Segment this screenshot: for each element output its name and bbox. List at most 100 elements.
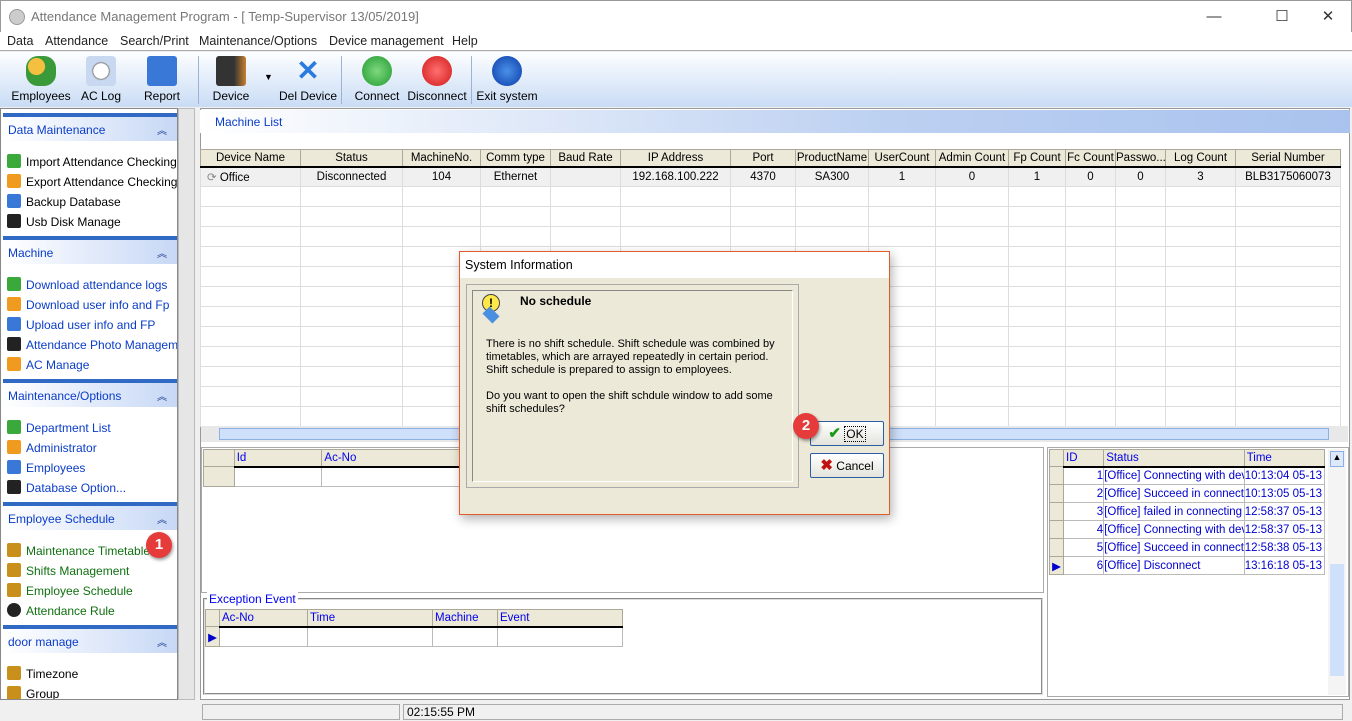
sidebar-group-employee-schedule[interactable]: Employee Schedule ︽ (3, 502, 177, 530)
column-header[interactable]: Ac-No (219, 609, 308, 628)
exit-system-button[interactable]: Exit system (476, 56, 538, 103)
column-header[interactable]: Fc Count (1065, 149, 1116, 168)
close-button[interactable]: ✕ (1305, 5, 1351, 29)
table-row[interactable]: 4 [Office] Connecting with devi 12:58:37 0… (1048, 520, 1326, 539)
menu-help[interactable]: Help (452, 34, 478, 48)
sidebar-item-group[interactable]: Group (7, 686, 59, 699)
sidebar-item-import-attendance-checking[interactable]: Import Attendance Checking ... (7, 154, 177, 169)
sidebar-item-icon (7, 480, 21, 494)
sidebar-item-employees[interactable]: Employees (7, 460, 85, 475)
column-header[interactable]: Event (497, 609, 623, 628)
column-header[interactable]: Fp Count (1008, 149, 1066, 168)
table-cell: 4370 (730, 166, 796, 187)
del-device-button[interactable]: ✕ Del Device (276, 56, 340, 104)
column-header[interactable]: UserCount (868, 149, 936, 168)
column-header[interactable]: Admin Count (935, 149, 1009, 168)
sidebar-item-attendance-photo-managem[interactable]: Attendance Photo Managem... (7, 337, 177, 352)
column-header[interactable]: Status (300, 149, 403, 168)
table-cell: Disconnected (300, 166, 403, 187)
column-header[interactable]: Serial Number (1235, 149, 1341, 168)
table-cell (300, 306, 403, 327)
sidebar-group-door-manage[interactable]: door manage ︽ (3, 625, 177, 653)
column-header[interactable]: Comm type (480, 149, 551, 168)
device-dropdown-arrow-icon[interactable]: ▼ (264, 72, 273, 82)
collapse-chevron-icon[interactable]: ︽ (157, 511, 167, 526)
menu-maintenance-options[interactable]: Maintenance/Options (199, 34, 317, 48)
table-row[interactable]: ⟳ Office Disconnected 104 Ethernet 192.168.1… (200, 166, 1341, 187)
log-scrollbar[interactable]: ▲ (1328, 449, 1346, 695)
sidebar-group-machine[interactable]: Machine ︽ (3, 236, 177, 264)
connect-play-icon (362, 56, 392, 86)
column-header[interactable]: Port (730, 149, 796, 168)
table-cell (1115, 406, 1166, 427)
sidebar-item-backup-database[interactable]: Backup Database (7, 194, 121, 209)
table-row[interactable] (200, 226, 1341, 247)
column-header[interactable]: MachineNo. (402, 149, 481, 168)
menu-search-print[interactable]: Search/Print (120, 34, 189, 48)
employees-button[interactable]: Employees (10, 56, 72, 103)
sidebar-group-maintenance-options[interactable]: Maintenance/Options ︽ (3, 379, 177, 407)
column-header[interactable]: Baud Rate (550, 149, 621, 168)
table-cell (868, 226, 936, 247)
column-header[interactable]: Id (233, 449, 323, 468)
column-header[interactable]: ProductName (795, 149, 869, 168)
sidebar-item-usb-disk-manage[interactable]: Usb Disk Manage (7, 214, 121, 229)
sidebar-item-shifts-management[interactable]: Shifts Management (7, 563, 129, 578)
collapse-chevron-icon[interactable]: ︽ (157, 122, 167, 137)
column-header[interactable]: IP Address (620, 149, 731, 168)
sidebar-item-upload-user-info-and-fp[interactable]: Upload user info and FP (7, 317, 155, 332)
column-header[interactable]: Log Count (1165, 149, 1236, 168)
sidebar-group-data-maintenance[interactable]: Data Maintenance ︽ (3, 113, 177, 141)
table-cell (300, 406, 403, 427)
menu-device-management[interactable]: Device management (329, 34, 444, 48)
minimize-button[interactable]: — (1191, 5, 1237, 29)
sidebar-scrollbar[interactable] (178, 108, 195, 700)
collapse-chevron-icon[interactable]: ︽ (157, 245, 167, 260)
column-header[interactable]: Time (1243, 449, 1326, 468)
sidebar-item-ac-manage[interactable]: AC Manage (7, 357, 89, 372)
ac-log-button[interactable]: AC Log (76, 56, 126, 103)
table-row[interactable]: 5 [Office] Succeed in connectir 12:58:38 0… (1048, 538, 1326, 557)
table-row[interactable] (200, 186, 1341, 207)
disconnect-button[interactable]: Disconnect (405, 56, 469, 103)
table-cell (1165, 326, 1236, 347)
table-cell: 1 (1008, 166, 1066, 187)
sidebar-item-download-attendance-logs[interactable]: Download attendance logs (7, 277, 167, 292)
table-row[interactable]: 3 [Office] failed in connecting w 12:58:37… (1048, 502, 1326, 521)
maximize-button[interactable]: ☐ (1259, 5, 1305, 29)
column-header[interactable]: Time (307, 609, 433, 628)
table-cell (935, 366, 1009, 387)
column-header[interactable]: Machine (432, 609, 498, 628)
column-header[interactable]: Passwo... (1115, 149, 1166, 168)
row-indicator-header (205, 609, 220, 627)
collapse-chevron-icon[interactable]: ︽ (157, 388, 167, 403)
collapse-chevron-icon[interactable]: ︽ (157, 634, 167, 649)
column-header[interactable]: ID (1063, 449, 1105, 468)
sidebar-item-attendance-rule[interactable]: Attendance Rule (7, 603, 115, 618)
menu-attendance[interactable]: Attendance (45, 34, 108, 48)
sidebar-item-employee-schedule[interactable]: Employee Schedule (7, 583, 133, 598)
sidebar-item-database-option[interactable]: Database Option... (7, 480, 126, 495)
table-cell: [Office] Connecting with devi (1103, 520, 1245, 539)
column-header[interactable]: Device Name (200, 149, 301, 168)
ok-button[interactable]: ✔ OK (810, 421, 884, 446)
sidebar-item-download-user-info-and-fp[interactable]: Download user info and Fp (7, 297, 169, 312)
sidebar-item-administrator[interactable]: Administrator (7, 440, 97, 455)
column-header[interactable]: Status (1103, 449, 1245, 468)
sidebar-item-timezone[interactable]: Timezone (7, 666, 78, 681)
table-row[interactable]: ▶ 6 [Office] Disconnect 13:16:18 05-13 (1048, 556, 1326, 575)
menu-data[interactable]: Data (7, 34, 33, 48)
table-row[interactable]: 1 [Office] Connecting with devi 10:13:04 0… (1048, 466, 1326, 485)
sidebar-item-export-attendance-checking[interactable]: Export Attendance Checking ... (7, 174, 177, 189)
device-button[interactable]: Device (207, 56, 255, 103)
table-row[interactable]: ▶ (205, 626, 623, 647)
cancel-button[interactable]: ✖ Cancel (810, 453, 884, 478)
sidebar-item-department-list[interactable]: Department List (7, 420, 111, 435)
dialog-heading: No schedule (520, 294, 592, 308)
sidebar-item-maintenance-timetables[interactable]: Maintenance Timetables (7, 543, 156, 558)
connect-button[interactable]: Connect (350, 56, 404, 103)
table-row[interactable] (200, 206, 1341, 227)
table-cell (1165, 186, 1236, 207)
table-row[interactable]: 2 [Office] Succeed in connectir 10:13:05 0… (1048, 484, 1326, 503)
report-button[interactable]: Report (136, 56, 188, 103)
